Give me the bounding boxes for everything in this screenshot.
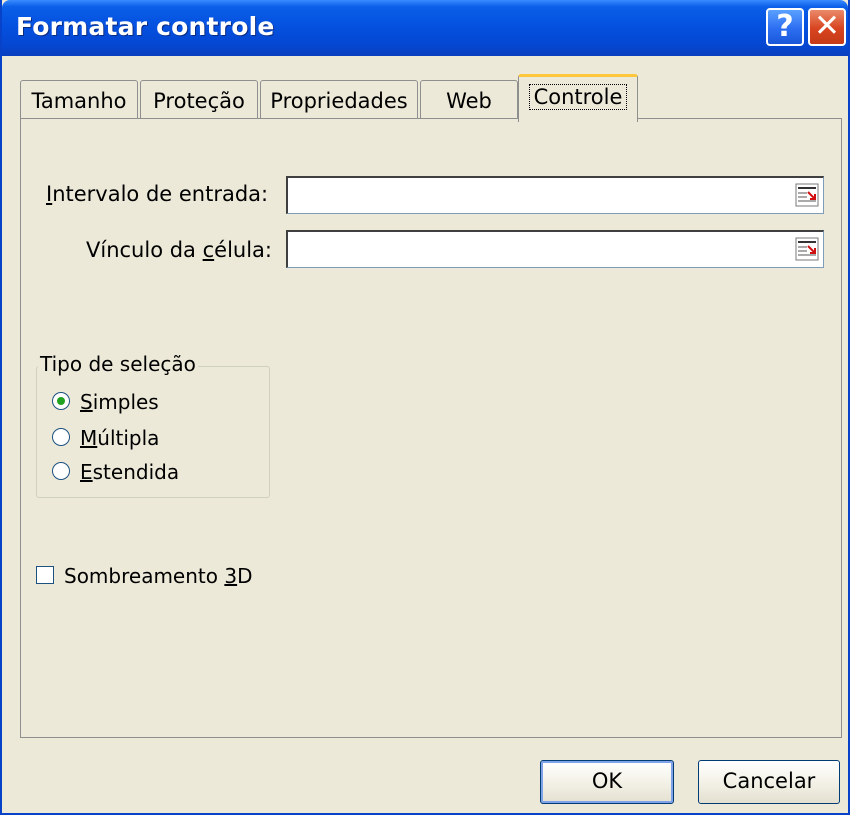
- tab-propriedades[interactable]: Propriedades: [260, 80, 418, 120]
- tab-label: Web: [446, 89, 492, 113]
- dialog-window: Formatar controle ? ✕ Tamanho Proteção P…: [0, 0, 850, 815]
- radio-button[interactable]: [52, 392, 70, 410]
- tab-label: Controle: [528, 84, 628, 110]
- radio-label: Estendida: [80, 460, 180, 484]
- input-range-field[interactable]: [286, 176, 824, 214]
- title-bar[interactable]: Formatar controle ? ✕: [2, 0, 848, 56]
- help-icon[interactable]: ?: [766, 8, 804, 46]
- tab-label: Proteção: [153, 89, 245, 113]
- cell-link-label: Vínculo da célula:: [86, 238, 272, 262]
- range-select-icon[interactable]: [795, 237, 819, 261]
- selection-type-legend: Tipo de seleção: [38, 352, 198, 376]
- tab-protecao[interactable]: Proteção: [140, 80, 258, 120]
- input-range-label: Intervalo de entrada:: [46, 182, 269, 206]
- tab-tamanho[interactable]: Tamanho: [20, 80, 138, 120]
- tab-web[interactable]: Web: [420, 80, 518, 120]
- tab-label: Tamanho: [31, 89, 127, 113]
- cell-link-field[interactable]: [286, 230, 824, 268]
- dialog-title: Formatar controle: [16, 12, 275, 41]
- radio-button[interactable]: [52, 428, 70, 446]
- radio-label: Múltipla: [80, 426, 160, 450]
- tab-strip: Tamanho Proteção Propriedades Web Contro…: [2, 56, 848, 122]
- radio-label: Simples: [80, 390, 159, 414]
- tab-controle[interactable]: Controle: [518, 74, 638, 122]
- shading-3d-label: Sombreamento 3D: [64, 564, 253, 588]
- close-icon[interactable]: ✕: [808, 8, 846, 46]
- shading-3d-checkbox[interactable]: [36, 566, 54, 584]
- radio-button[interactable]: [52, 462, 70, 480]
- cancel-button[interactable]: Cancelar: [698, 760, 840, 804]
- range-select-icon[interactable]: [795, 183, 819, 207]
- tab-label: Propriedades: [270, 89, 408, 113]
- ok-button[interactable]: OK: [540, 760, 674, 804]
